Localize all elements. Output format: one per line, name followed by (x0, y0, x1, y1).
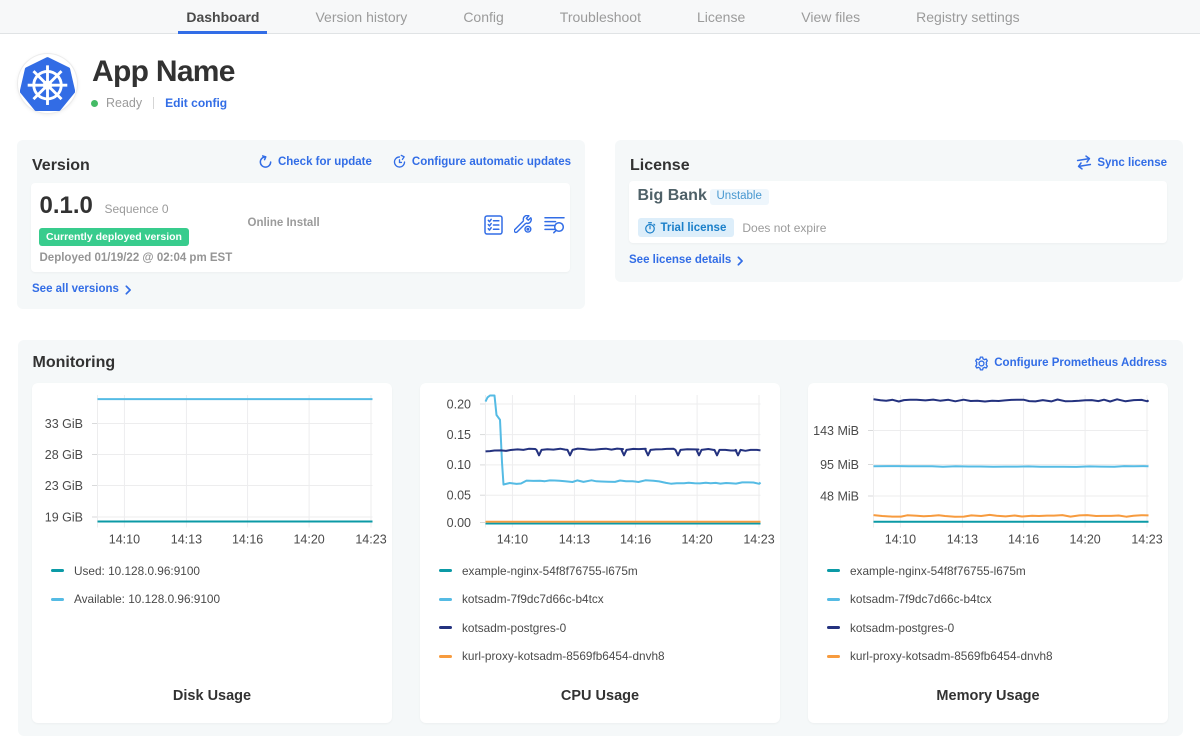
svg-text:48 MiB: 48 MiB (820, 489, 859, 503)
svg-text:14:13: 14:13 (947, 532, 978, 546)
svg-text:23 GiB: 23 GiB (45, 478, 83, 492)
svg-text:0.05: 0.05 (447, 488, 471, 502)
svg-text:14:23: 14:23 (743, 532, 774, 546)
svg-text:0.15: 0.15 (447, 427, 471, 441)
svg-text:95 MiB: 95 MiB (820, 457, 859, 471)
svg-text:14:16: 14:16 (620, 532, 651, 546)
svg-text:14:10: 14:10 (885, 532, 916, 546)
svg-text:19 GiB: 19 GiB (45, 510, 83, 524)
svg-text:14:10: 14:10 (497, 532, 528, 546)
svg-text:14:10: 14:10 (109, 532, 140, 546)
svg-text:0.10: 0.10 (447, 458, 471, 472)
svg-text:33 GiB: 33 GiB (45, 416, 83, 430)
svg-text:0.00: 0.00 (447, 515, 471, 529)
svg-text:14:20: 14:20 (1069, 532, 1100, 546)
svg-text:14:23: 14:23 (1131, 532, 1162, 546)
svg-text:14:13: 14:13 (171, 532, 202, 546)
svg-text:143 MiB: 143 MiB (813, 423, 859, 437)
svg-text:14:16: 14:16 (232, 532, 263, 546)
svg-text:14:20: 14:20 (681, 532, 712, 546)
svg-text:28 GiB: 28 GiB (45, 447, 83, 461)
svg-text:14:20: 14:20 (293, 532, 324, 546)
svg-text:0.20: 0.20 (447, 397, 471, 411)
svg-text:14:16: 14:16 (1008, 532, 1039, 546)
svg-text:14:23: 14:23 (355, 532, 386, 546)
svg-text:14:13: 14:13 (559, 532, 590, 546)
